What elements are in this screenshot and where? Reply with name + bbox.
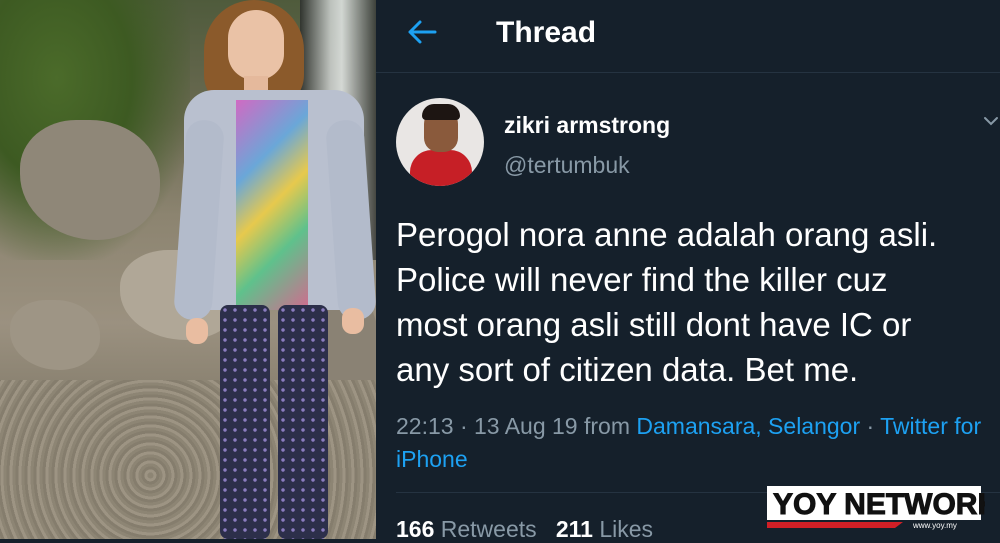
back-button[interactable] — [404, 14, 440, 50]
user-handle[interactable]: @tertumbuk — [504, 152, 630, 179]
tweet-text-line: any sort of citizen data. Bet me. — [396, 351, 859, 388]
tweet-timestamp: 22:13 · 13 Aug 19 from — [396, 413, 637, 439]
person-top — [236, 100, 308, 310]
likes-count: 211 — [555, 516, 593, 542]
person-leg — [220, 305, 270, 539]
thread-header: Thread — [376, 0, 1000, 73]
svg-text:www.yoy.my: www.yoy.my — [912, 521, 957, 530]
location-link[interactable]: Damansara, Selangor — [636, 413, 860, 439]
svg-text:YOY NETWORK: YOY NETWORK — [773, 488, 985, 521]
likes-label: Likes — [599, 516, 654, 542]
tweet-text-line: Perogol nora anne adalah orang asli. — [396, 216, 938, 253]
person-face — [228, 10, 284, 80]
person-leg — [278, 305, 328, 539]
chevron-down-icon[interactable] — [982, 112, 1000, 130]
photo-rock — [10, 300, 100, 370]
back-arrow-icon — [408, 20, 437, 44]
retweets-count: 166 — [396, 516, 435, 542]
tweet-text: Perogol nora anne adalah orang asli. Pol… — [396, 212, 996, 392]
tweet-text-line: Police will never find the killer cuz — [396, 261, 888, 298]
photo — [0, 0, 376, 539]
display-name[interactable]: zikri armstrong — [504, 112, 670, 139]
page-title: Thread — [496, 16, 597, 49]
likes-stat[interactable]: 211 Likes — [556, 516, 653, 542]
photo-person — [173, 0, 376, 539]
tweet-meta: 22:13 · 13 Aug 19 from Damansara, Selang… — [396, 410, 996, 476]
person-hand — [186, 318, 208, 344]
retweets-stat[interactable]: 166 Retweets — [396, 516, 537, 542]
tweet-text-line: most orang asli still dont have IC or — [396, 306, 912, 343]
meta-separator: · — [860, 413, 881, 439]
tweet-panel: Thread zikri armstrong @tertumbuk Perogo… — [376, 0, 1000, 542]
retweets-label: Retweets — [440, 516, 537, 542]
yoy-network-logo: YOY NETWORK www.yoy.my — [767, 486, 985, 530]
person-hand — [342, 308, 364, 334]
avatar[interactable] — [396, 98, 484, 186]
